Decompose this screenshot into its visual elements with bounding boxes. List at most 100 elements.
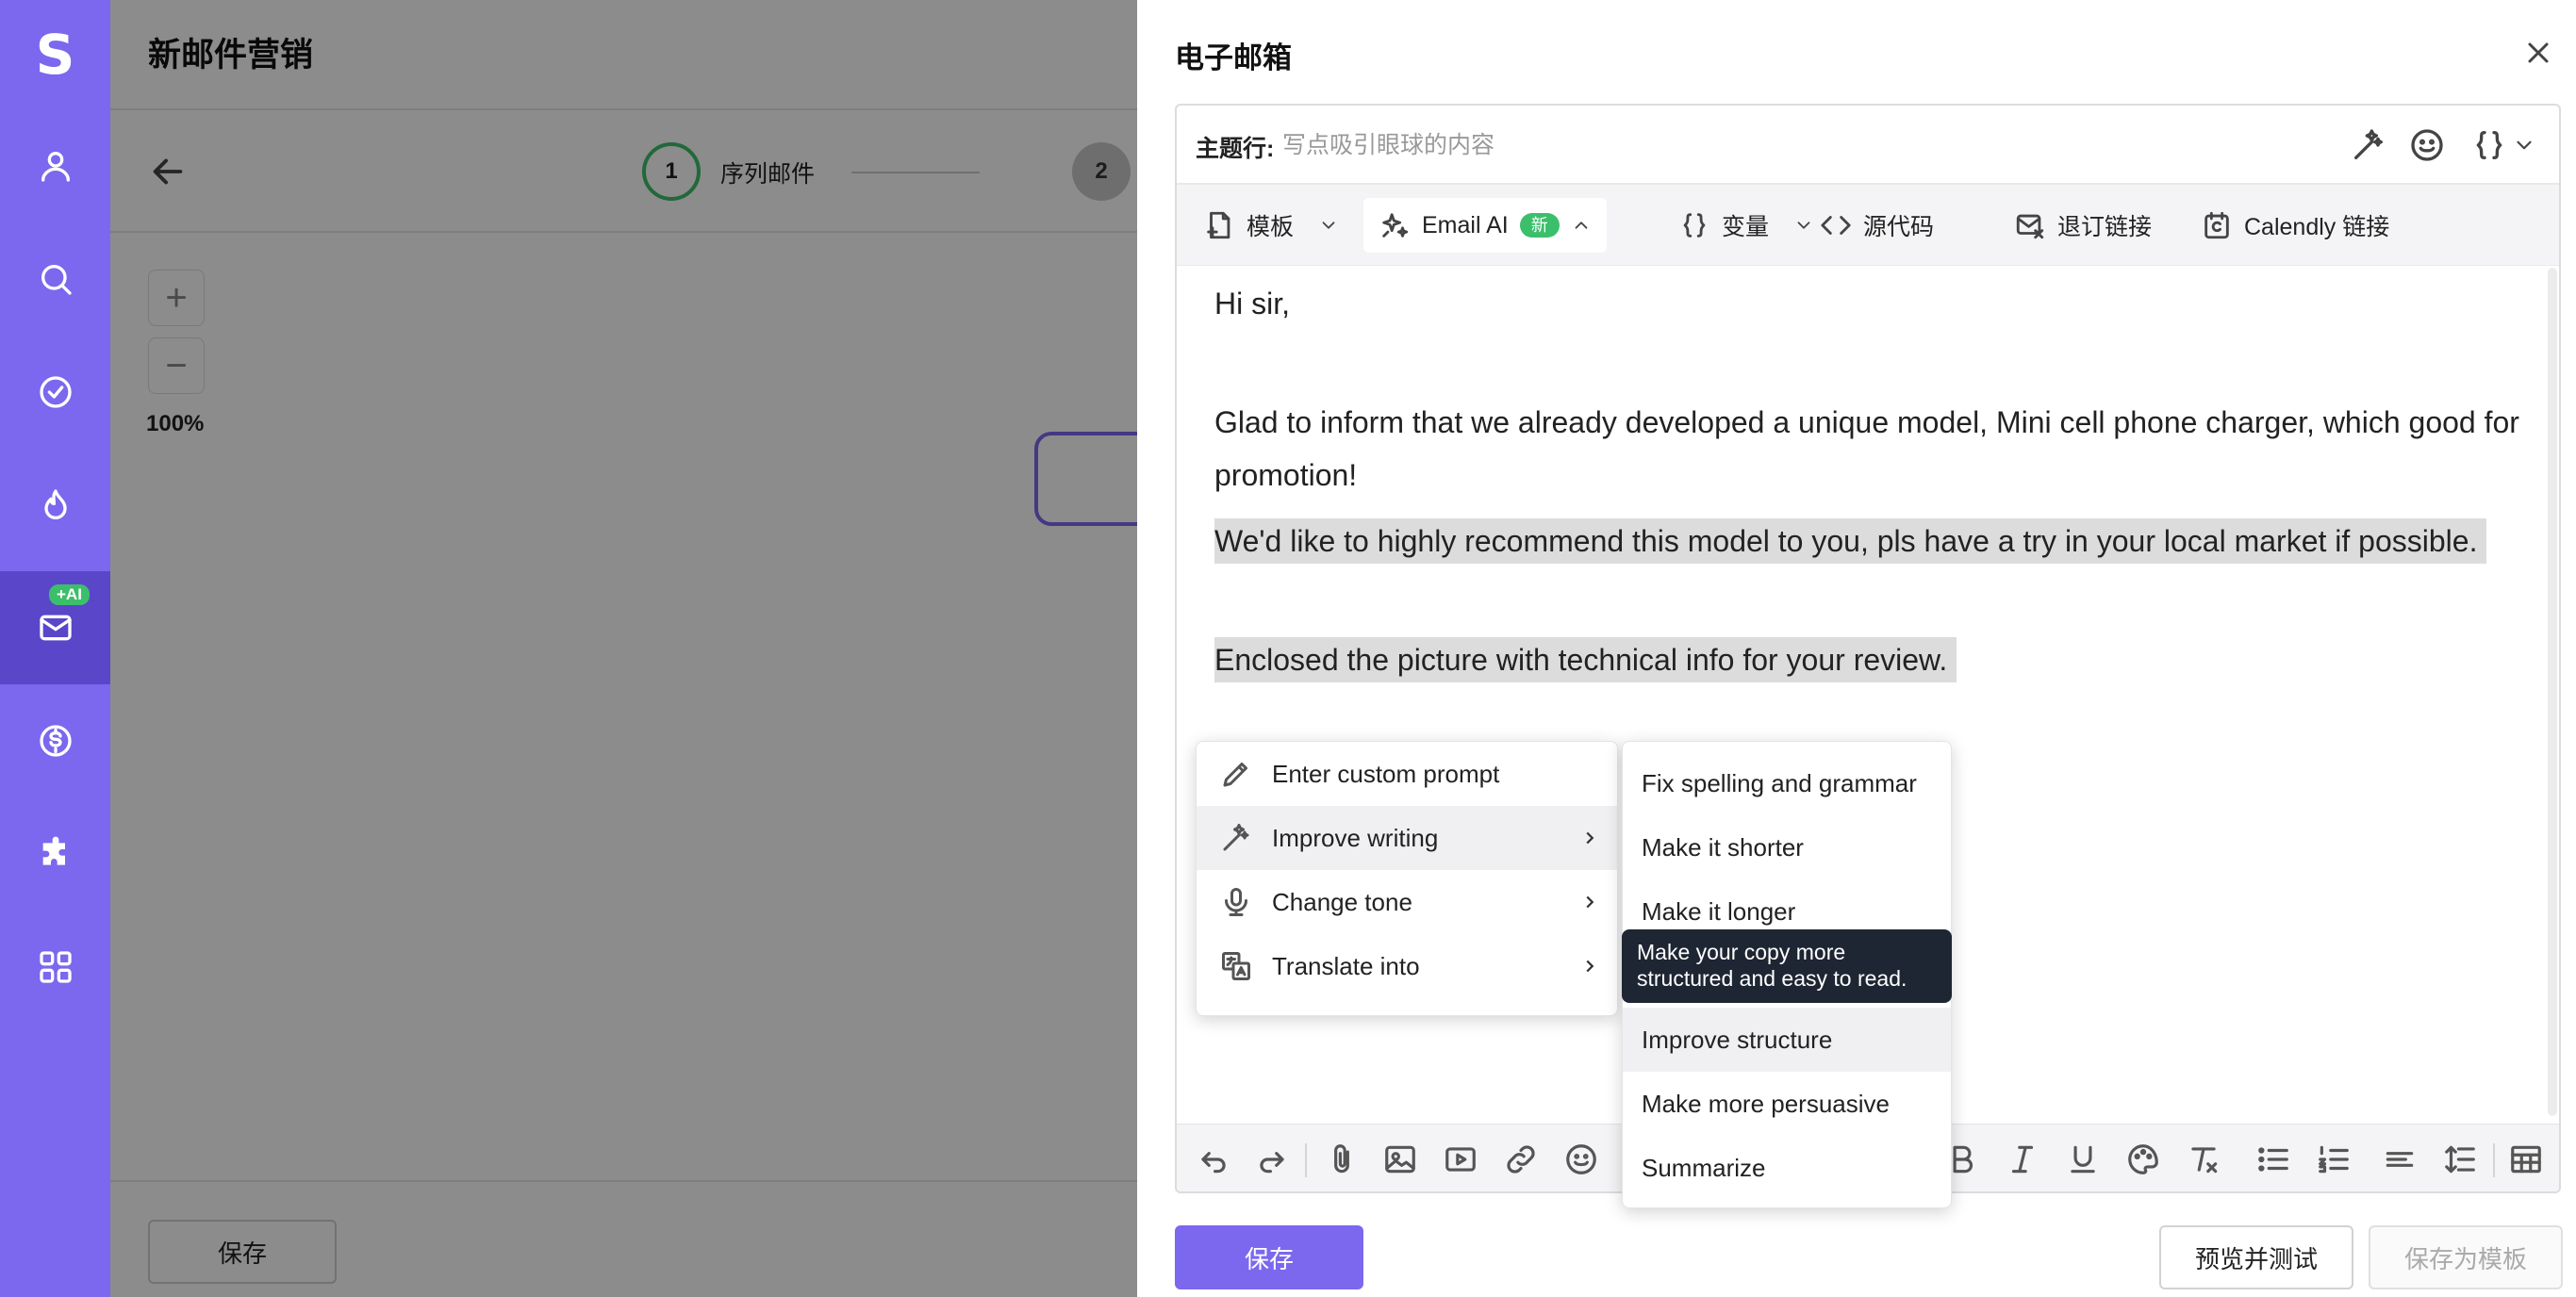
brand-logo[interactable]: S	[0, 19, 110, 90]
calendly-link-button[interactable]: Calendly 链接	[2195, 198, 2395, 253]
insert-video-button[interactable]	[1443, 1141, 1478, 1177]
sidebar: S +AI	[0, 0, 110, 1297]
table-icon	[2511, 1145, 2541, 1174]
pencil-icon	[1223, 763, 1247, 787]
sidebar-item-leads[interactable]	[0, 449, 110, 562]
editor-toolbar: 模板 Email AI 新 变量 源代码 退订链接 Calendly 链接	[1177, 185, 2559, 266]
underline-icon	[2071, 1145, 2095, 1174]
attach-button[interactable]	[1324, 1141, 1360, 1177]
bullet-list-button[interactable]	[2255, 1141, 2291, 1177]
vertical-scrollbar[interactable]	[2548, 268, 2557, 1116]
menu-item-change-tone[interactable]: Change tone	[1197, 870, 1617, 934]
body-paragraph-1: Glad to inform that we already developed…	[1214, 405, 2519, 492]
image-icon	[1385, 1145, 1415, 1174]
code-icon	[1821, 216, 1851, 235]
body-paragraph-3: Enclosed the picture with technical info…	[1214, 637, 1957, 682]
body-greeting: Hi sir,	[1214, 287, 1290, 320]
submenu-fix-spelling[interactable]: Fix spelling and grammar	[1623, 751, 1951, 815]
chevron-down-icon	[1797, 222, 1810, 229]
source-code-label: 源代码	[1863, 214, 1935, 240]
subject-emoji-button[interactable]	[2408, 126, 2446, 164]
variables-dropdown[interactable]: 变量	[1673, 198, 1820, 253]
menu-item-label: Enter custom prompt	[1272, 759, 1500, 788]
subject-row: 主题行:	[1177, 106, 2559, 185]
align-button[interactable]	[2382, 1141, 2418, 1177]
menu-item-improve-writing[interactable]: Improve writing	[1197, 806, 1617, 870]
submenu-make-persuasive[interactable]: Make more persuasive	[1623, 1072, 1951, 1136]
menu-item-label: Change tone	[1272, 887, 1412, 916]
undo-button[interactable]	[1196, 1141, 1231, 1177]
numbered-list-icon	[2319, 1145, 2349, 1174]
unsubscribe-link-button[interactable]: 退订链接	[2008, 198, 2157, 253]
microphone-icon	[1225, 888, 1247, 916]
subject-variables-button[interactable]	[2470, 126, 2536, 164]
line-height-icon	[2445, 1145, 2475, 1174]
template-icon	[1207, 211, 1230, 239]
ai-magic-button[interactable]	[2350, 126, 2387, 164]
insert-table-button[interactable]	[2508, 1141, 2544, 1177]
menu-item-custom-prompt[interactable]: Enter custom prompt	[1197, 742, 1617, 806]
tooltip: Make your copy more structured and easy …	[1622, 929, 1952, 1003]
chevron-right-icon	[1586, 895, 1594, 909]
ai-badge: +AI	[49, 584, 90, 605]
numbered-list-button[interactable]	[2316, 1141, 2352, 1177]
email-ai-menu: Enter custom prompt Improve writing Chan…	[1196, 741, 1618, 1016]
italic-button[interactable]	[2005, 1141, 2040, 1177]
brand-initial: S	[35, 23, 75, 87]
insert-emoji-button[interactable]	[1563, 1141, 1599, 1177]
link-icon	[1507, 1145, 1535, 1174]
braces-icon	[2476, 131, 2502, 159]
submenu-improve-structure[interactable]: Improve structure	[1623, 1008, 1951, 1072]
menu-item-translate[interactable]: Translate into	[1197, 934, 1617, 998]
sparkle-icon	[1382, 213, 1409, 238]
submenu-summarize[interactable]: Summarize	[1623, 1136, 1951, 1200]
close-icon[interactable]	[2521, 36, 2555, 70]
sidebar-item-billing[interactable]	[0, 684, 110, 797]
toolbar-divider	[2493, 1143, 2495, 1177]
calendar-icon	[2204, 211, 2229, 239]
save-button[interactable]: 保存	[1175, 1225, 1363, 1289]
email-ai-button[interactable]: Email AI 新	[1363, 198, 1607, 253]
calendly-label: Calendly 链接	[2244, 214, 2390, 240]
source-code-button[interactable]: 源代码	[1814, 198, 1940, 253]
drawer-title: 电子邮箱	[1175, 41, 1292, 74]
submenu-make-shorter[interactable]: Make it shorter	[1623, 815, 1951, 879]
text-color-button[interactable]	[2125, 1141, 2161, 1177]
modal-overlay[interactable]	[110, 0, 1137, 1297]
translate-icon	[1222, 952, 1250, 980]
sidebar-item-apps[interactable]	[0, 911, 110, 1024]
preview-test-button[interactable]: 预览并测试	[2159, 1225, 2353, 1289]
video-icon	[1445, 1147, 1476, 1172]
subject-input[interactable]	[1282, 124, 2225, 166]
line-height-button[interactable]	[2442, 1141, 2478, 1177]
body-paragraph-2: We'd like to highly recommend this model…	[1214, 518, 2487, 564]
menu-item-label: Translate into	[1272, 951, 1420, 980]
mail-icon	[39, 615, 72, 641]
braces-icon	[1683, 213, 1706, 238]
unsubscribe-label: 退订链接	[2057, 214, 2153, 240]
align-left-icon	[2386, 1152, 2414, 1167]
sidebar-item-integrations[interactable]	[0, 797, 110, 911]
template-dropdown[interactable]: 模板	[1197, 198, 1345, 253]
variables-label: 变量	[1722, 214, 1770, 240]
search-icon	[41, 265, 72, 295]
template-label: 模板	[1247, 214, 1295, 240]
clear-format-icon	[2191, 1147, 2218, 1174]
clear-format-button[interactable]	[2186, 1141, 2221, 1177]
insert-image-button[interactable]	[1382, 1141, 1418, 1177]
chevron-right-icon	[1586, 831, 1594, 845]
chevron-down-icon	[2517, 140, 2532, 150]
sidebar-item-tasks[interactable]	[0, 336, 110, 449]
insert-link-button[interactable]	[1503, 1141, 1539, 1177]
emoji-icon	[2411, 129, 2443, 161]
italic-icon	[2011, 1145, 2034, 1174]
underline-button[interactable]	[2065, 1141, 2101, 1177]
mail-unsubscribe-icon	[2016, 214, 2044, 239]
sidebar-item-contacts[interactable]	[0, 109, 110, 222]
save-as-template-button[interactable]: 保存为模板	[2369, 1225, 2563, 1289]
puzzle-icon	[42, 836, 65, 865]
sidebar-item-email[interactable]: +AI	[0, 571, 110, 684]
sidebar-item-search[interactable]	[0, 222, 110, 336]
redo-button[interactable]	[1254, 1141, 1290, 1177]
email-ai-label: Email AI	[1422, 211, 1509, 238]
